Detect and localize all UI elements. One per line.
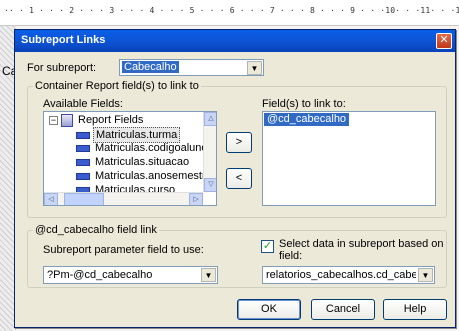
report-ruler: ·· · 1 · · · 2 · · · 3 · · · 4 · · · 5 ·… xyxy=(0,0,459,26)
linked-fields-list[interactable]: @cd_cabecalho xyxy=(262,111,436,206)
close-button[interactable]: ✕ xyxy=(436,33,452,49)
tree-item-situacao[interactable]: Matriculas.situacao xyxy=(76,155,191,169)
scroll-right-icon[interactable]: ▷ xyxy=(189,193,203,205)
field-icon xyxy=(76,158,90,166)
field-icon xyxy=(76,144,90,152)
param-field-label: Subreport parameter field to use: xyxy=(43,244,204,256)
available-fields-tree[interactable]: − Report Fields Matriculas.turma Matricu… xyxy=(43,111,217,206)
field-icon xyxy=(76,172,90,180)
container-fields-group-title: Container Report field(s) to link to xyxy=(33,80,201,92)
tree-root[interactable]: Report Fields xyxy=(61,113,145,127)
tree-horizontal-scrollbar[interactable]: ◁ ▷ xyxy=(44,192,203,205)
select-data-field-value: relatorios_cabecalhos.cd_cabecalho xyxy=(266,269,416,281)
chevron-down-icon[interactable]: ▼ xyxy=(418,268,433,282)
for-subreport-label: For subreport: xyxy=(27,62,97,74)
select-data-checkbox[interactable]: ✓ xyxy=(261,240,274,253)
chevron-down-icon[interactable]: ▼ xyxy=(247,61,262,75)
subreport-links-dialog: Subreport Links ✕ For subreport: Cabecal… xyxy=(14,29,456,328)
scroll-up-icon[interactable]: △ xyxy=(204,112,216,126)
tree-item-anosemestre[interactable]: Matriculas.anosemestre xyxy=(76,169,214,183)
ruler-text: ·· · 1 · · · 2 · · · 3 · · · 4 · · · 5 ·… xyxy=(4,6,459,15)
available-fields-label: Available Fields: xyxy=(43,98,123,110)
param-field-value: ?Pm-@cd_cabecalho xyxy=(47,269,153,281)
linked-field-item[interactable]: @cd_cabecalho xyxy=(264,113,350,126)
cancel-button[interactable]: Cancel xyxy=(311,299,375,320)
tree-item-codigoaluno[interactable]: Matriculas.codigoaluno xyxy=(76,141,210,155)
tree-vertical-scrollbar[interactable]: △ ▽ xyxy=(203,112,216,192)
for-subreport-select[interactable]: Cabecalho ▼ xyxy=(119,59,264,76)
scroll-thumb[interactable] xyxy=(64,193,104,205)
help-button[interactable]: Help xyxy=(383,299,447,320)
for-subreport-value: Cabecalho xyxy=(122,61,179,73)
param-field-select[interactable]: ?Pm-@cd_cabecalho ▼ xyxy=(43,266,218,284)
select-data-field-select[interactable]: relatorios_cabecalhos.cd_cabecalho ▼ xyxy=(262,266,435,284)
check-icon: ✓ xyxy=(262,240,273,252)
collapse-icon[interactable]: − xyxy=(49,116,58,125)
ok-button[interactable]: OK xyxy=(237,299,301,320)
select-data-label-line2[interactable]: field: xyxy=(279,250,302,262)
close-icon: ✕ xyxy=(439,34,449,46)
scroll-left-icon[interactable]: ◁ xyxy=(44,193,58,205)
chevron-down-icon[interactable]: ▼ xyxy=(201,268,216,282)
database-icon xyxy=(61,113,73,127)
add-field-button[interactable]: > xyxy=(226,132,252,153)
remove-field-button[interactable]: < xyxy=(226,168,252,189)
dialog-title: Subreport Links xyxy=(21,34,106,46)
select-data-label-line1[interactable]: Select data in subreport based on xyxy=(279,238,444,250)
linked-fields-label: Field(s) to link to: xyxy=(262,98,346,110)
scroll-down-icon[interactable]: ▽ xyxy=(204,178,216,192)
field-link-group-title: @cd_cabecalho field link xyxy=(33,224,159,236)
tree-item-turma[interactable]: Matriculas.turma xyxy=(76,127,181,143)
dialog-titlebar[interactable]: Subreport Links ✕ xyxy=(15,30,455,52)
field-icon xyxy=(76,131,90,139)
